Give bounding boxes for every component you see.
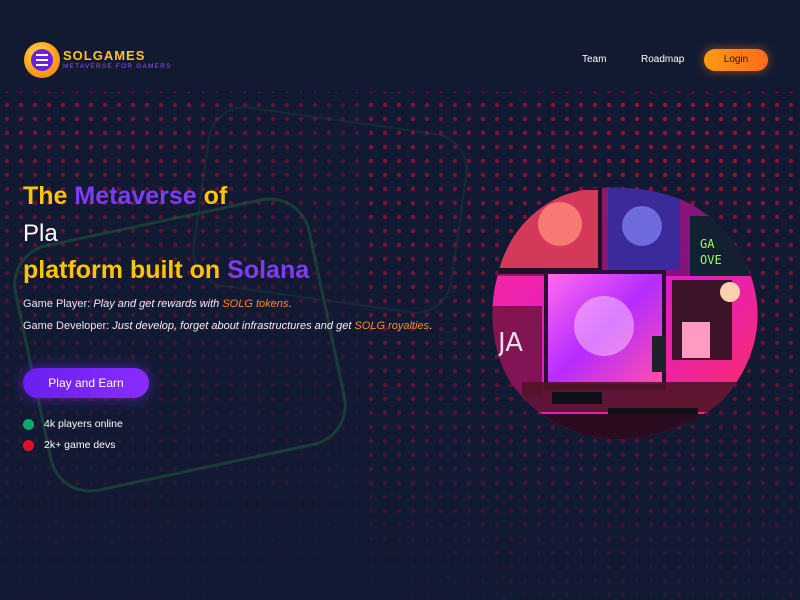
player-text: Play and get rewards with [93,298,220,310]
title-word-of: of [203,182,228,210]
player-token-link: SOLG tokens [222,298,289,310]
login-button[interactable]: Login [704,49,768,71]
svg-text:GA: GA [700,237,715,251]
brand-name: SOLGAMES [63,48,146,64]
hero-title-line-2: Pla [23,220,58,247]
svg-text:JA: JA [496,328,523,358]
game-player-description: Game Player: Play and get rewards with S… [23,293,463,315]
stat-game-devs: 2k+ game devs [23,439,116,451]
title-word-the: The [23,182,68,210]
title-word-metaverse: Metaverse [74,182,197,210]
player-end: . [288,298,292,310]
developer-text: Just develop, forget about infrastructur… [112,320,352,332]
hero-title-line-3: platform built on Solana [23,252,463,289]
green-status-dot-icon [23,418,34,430]
red-status-dot-icon [23,439,34,451]
developer-end: . [429,320,433,332]
developer-label: Game Developer: [23,320,110,332]
svg-text:OVE: OVE [700,253,722,267]
gaming-setup-image: GA OVE JA [492,187,758,440]
game-developer-description: Game Developer: Just develop, forget abo… [23,315,463,337]
title-platform-text: platform built on [23,256,221,284]
solana-coin-icon [24,42,60,78]
title-word-solana: Solana [227,256,310,284]
brand-tagline: METAVERSE FOR GAMERS [63,63,172,71]
nav-link-roadmap[interactable]: Roadmap [641,54,684,65]
brand-logo[interactable]: SOLGAMES METAVERSE FOR GAMERS [24,42,172,78]
play-and-earn-button[interactable]: Play and Earn [23,368,149,398]
top-navbar: SOLGAMES METAVERSE FOR GAMERS Team Roadm… [0,0,800,92]
hero-title-line-1: The Metaverse of [23,178,463,215]
developer-token-link: SOLG royalties [354,320,430,332]
player-label: Game Player: [23,298,91,310]
stat-players-text: 4k players online [44,418,123,430]
hero-section: The Metaverse of Pla platform built on S… [23,178,463,337]
stat-players-online: 4k players online [23,418,123,430]
nav-link-team[interactable]: Team [582,54,606,65]
stat-devs-text: 2k+ game devs [44,439,116,451]
